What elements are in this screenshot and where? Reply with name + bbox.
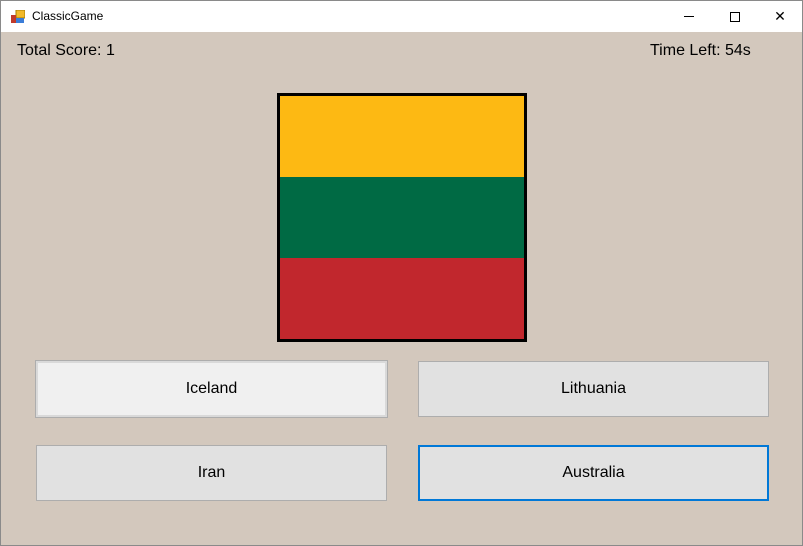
minimize-icon [684,16,694,17]
window-title: ClassicGame [32,9,104,23]
minimize-button[interactable] [666,1,712,32]
answer-button-iceland[interactable]: Iceland [35,360,388,418]
score-value: 1 [105,42,115,59]
answer-button-lithuania[interactable]: Lithuania [418,361,769,417]
time-left-label: Time Left: 54s [650,42,751,59]
total-score-label: Total Score: 1 [17,42,115,60]
close-icon: ✕ [774,8,786,24]
answer-button-iran[interactable]: Iran [36,445,387,501]
answer-button-australia[interactable]: Australia [418,445,769,501]
maximize-icon [730,11,740,22]
flag-stripe-top [280,96,524,177]
flag-stripe-bottom [280,258,524,339]
game-window: ClassicGame ✕ Total Score: 1 Time Left: … [0,0,803,546]
score-label: Total Score: [17,42,102,59]
app-icon [11,10,25,23]
close-button[interactable]: ✕ [757,1,803,32]
flag-stripe-middle [280,177,524,258]
title-bar: ClassicGame ✕ [1,1,802,32]
flag-image [277,93,527,342]
maximize-button[interactable] [712,1,758,32]
